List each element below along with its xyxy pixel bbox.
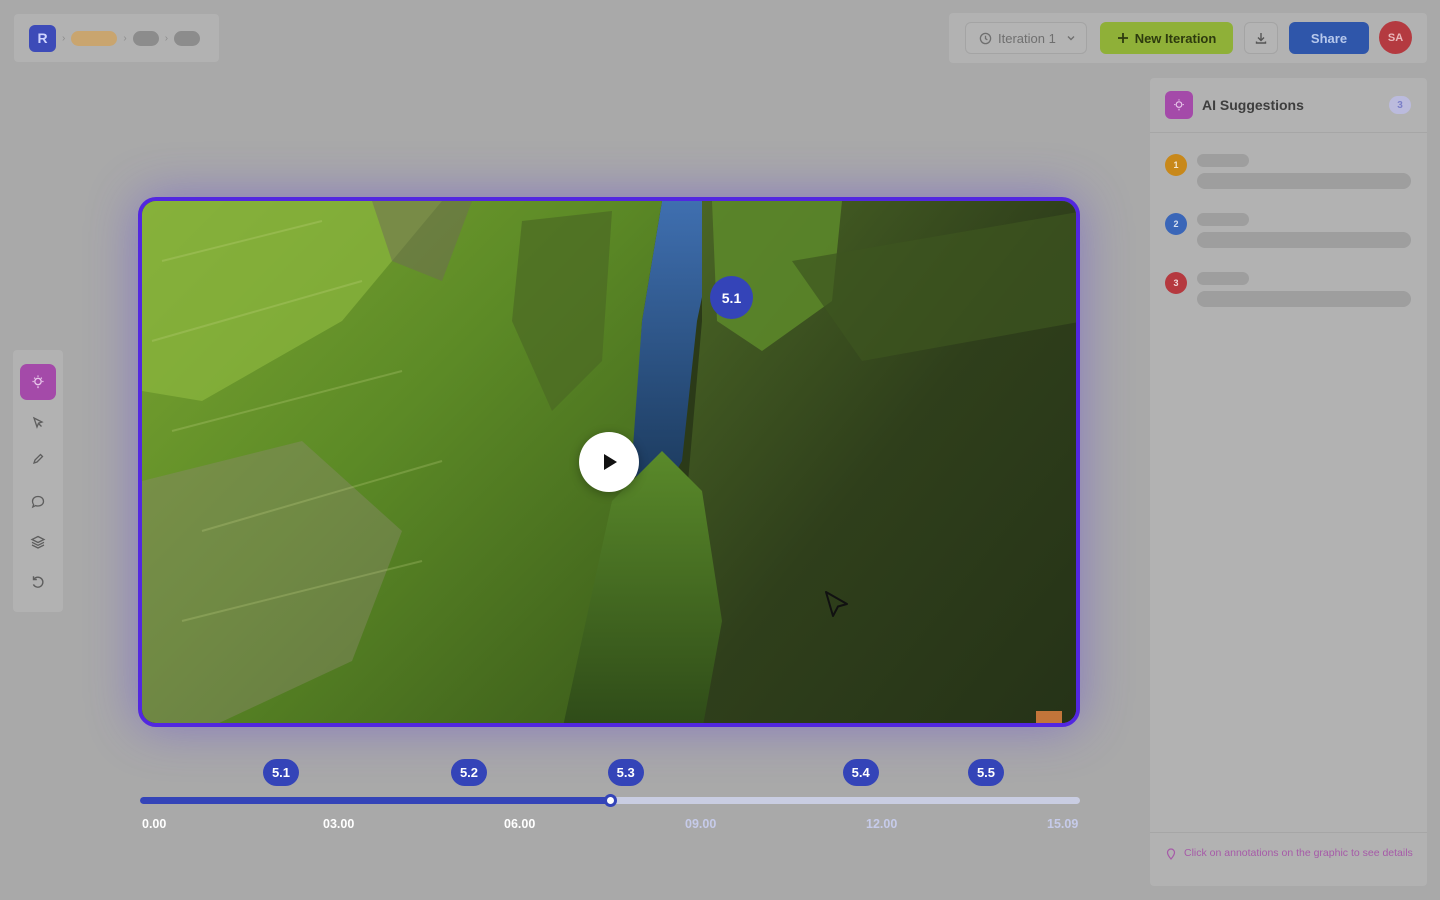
location-pin-icon xyxy=(1166,848,1176,860)
new-iteration-label: New Iteration xyxy=(1134,30,1217,46)
timeline-tick: 06.00 xyxy=(504,817,536,831)
user-avatar[interactable]: SA xyxy=(1379,21,1412,54)
app-logo[interactable]: R xyxy=(29,24,56,52)
plus-icon xyxy=(1117,33,1128,43)
suggestion-number: 2 xyxy=(1165,213,1187,235)
new-iteration-button[interactable]: New Iteration xyxy=(1100,22,1233,54)
lightbulb-icon xyxy=(32,375,44,389)
undo-tool[interactable] xyxy=(27,571,49,593)
play-button[interactable] xyxy=(579,432,639,492)
pen-tool[interactable] xyxy=(27,448,49,470)
timeline-scrubber[interactable] xyxy=(140,794,1080,807)
suggestion-item[interactable]: 1 xyxy=(1165,154,1412,194)
footer-hint: Click on annotations on the graphic to s… xyxy=(1184,847,1413,859)
iteration-dropdown[interactable]: Iteration 1 xyxy=(965,22,1087,54)
breadcrumb-separator: › xyxy=(123,32,127,44)
breadcrumb-separator: › xyxy=(62,32,66,44)
timeline-tick: 0.00 xyxy=(142,817,167,831)
panel-footer: Click on annotations on the graphic to s… xyxy=(1150,832,1427,886)
pen-icon xyxy=(32,453,44,465)
timeline-tick: 15.09 xyxy=(1047,817,1079,831)
comment-tool[interactable] xyxy=(27,491,49,513)
play-icon xyxy=(604,454,617,470)
skeleton-line xyxy=(1197,213,1249,226)
timeline-progress xyxy=(140,797,610,804)
skeleton-line xyxy=(1197,291,1411,307)
breadcrumb: R › › › xyxy=(14,14,219,62)
download-icon xyxy=(1255,33,1267,44)
suggestion-item[interactable]: 3 xyxy=(1165,272,1412,312)
breadcrumb-item-project[interactable] xyxy=(71,30,118,46)
download-button[interactable] xyxy=(1244,22,1278,54)
iteration-label: Iteration 1 xyxy=(998,30,1056,46)
timeline-tick: 12.00 xyxy=(866,817,898,831)
panel-title: AI Suggestions xyxy=(1202,97,1304,113)
chevron-down-icon xyxy=(1067,36,1075,41)
suggestion-number: 1 xyxy=(1165,154,1187,176)
breadcrumb-separator: › xyxy=(164,32,169,44)
ai-suggestions-tool[interactable] xyxy=(20,364,56,400)
timeline-marker[interactable]: 5.2 xyxy=(451,759,487,786)
timeline-marker[interactable]: 5.1 xyxy=(263,759,299,786)
suggestion-number: 3 xyxy=(1165,272,1187,294)
share-button[interactable]: Share xyxy=(1289,22,1369,54)
ai-suggestions-panel: AI Suggestions 3 1 2 3 Click on annotati… xyxy=(1150,78,1427,886)
timeline-marker[interactable]: 5.3 xyxy=(607,759,644,786)
select-pointer-icon xyxy=(32,416,44,429)
layers-icon xyxy=(30,535,46,549)
suggestion-item[interactable]: 2 xyxy=(1165,213,1412,253)
timeline-marker[interactable]: 5.5 xyxy=(968,759,1004,786)
timeline-tick: 03.00 xyxy=(323,817,355,831)
corner-badge xyxy=(1036,711,1062,723)
skeleton-line xyxy=(1197,232,1411,248)
skeleton-line xyxy=(1197,272,1249,285)
layers-tool[interactable] xyxy=(27,531,49,553)
timeline-marker[interactable]: 5.4 xyxy=(842,759,879,786)
timeline-playhead[interactable] xyxy=(604,794,617,807)
skeleton-line xyxy=(1197,154,1249,167)
lightbulb-icon xyxy=(1165,91,1193,119)
select-tool[interactable] xyxy=(27,412,49,434)
panel-header: AI Suggestions 3 xyxy=(1150,78,1427,133)
mouse-cursor-icon xyxy=(825,591,848,617)
comment-icon xyxy=(31,495,45,509)
undo-icon xyxy=(32,576,44,588)
annotation-marker[interactable]: 5.1 xyxy=(710,276,753,319)
video-player[interactable]: 5.1 xyxy=(138,197,1080,727)
suggestion-count-badge: 3 xyxy=(1389,96,1411,114)
skeleton-line xyxy=(1197,173,1411,189)
breadcrumb-item-folder[interactable] xyxy=(132,30,159,46)
breadcrumb-item-file[interactable] xyxy=(174,30,201,46)
clock-icon xyxy=(979,32,992,44)
timeline-tick: 09.00 xyxy=(685,817,717,831)
top-toolbar: Iteration 1 New Iteration Share SA xyxy=(949,13,1427,63)
tool-palette xyxy=(13,350,63,612)
